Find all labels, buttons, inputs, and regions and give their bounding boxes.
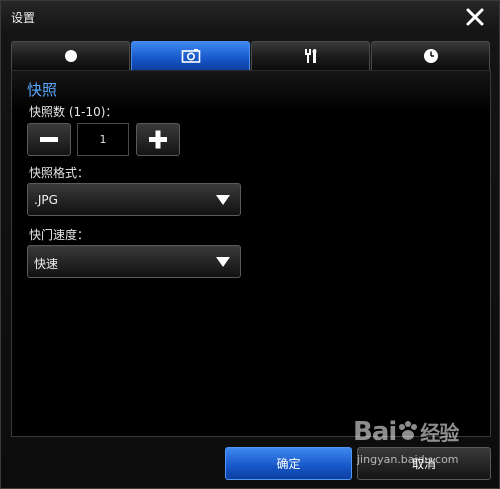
camera-icon	[181, 49, 200, 63]
dropdown-arrow-icon	[216, 257, 230, 267]
close-button[interactable]	[463, 5, 487, 29]
snapshot-format-label: 快照格式：	[29, 166, 90, 180]
watermark: Bai 经验 jingyan.baidu.com	[353, 417, 493, 475]
shutter-speed-select[interactable]: 快速	[27, 245, 241, 278]
watermark-logo-text-2: 经验	[420, 421, 459, 445]
snapshot-format-value: .JPG	[34, 193, 58, 207]
clock-icon	[423, 49, 438, 63]
watermark-logo-text: Bai	[353, 417, 397, 447]
window-title: 设置	[11, 11, 36, 25]
minus-icon	[40, 137, 58, 142]
snapshot-format-select[interactable]: .JPG	[27, 183, 241, 216]
shutter-speed-label: 快门速度：	[29, 228, 90, 242]
snapshot-count-input[interactable]: 1	[77, 123, 129, 156]
increment-button[interactable]	[136, 123, 180, 156]
paw-icon	[399, 421, 418, 440]
watermark-logo: Bai 经验	[353, 417, 459, 447]
tab-tools[interactable]	[251, 41, 370, 71]
title-bar: 设置	[1, 1, 499, 33]
decrement-button[interactable]	[27, 123, 71, 156]
record-dot-icon	[64, 50, 77, 62]
plus-icon	[149, 130, 167, 149]
tab-snapshot[interactable]	[131, 41, 250, 71]
dropdown-arrow-icon	[216, 195, 230, 205]
tab-clock[interactable]	[371, 41, 490, 71]
snapshot-count-label: 快照数 (1-10)：	[29, 105, 118, 119]
shutter-speed-value: 快速	[34, 257, 59, 271]
watermark-url: jingyan.baidu.com	[357, 453, 459, 466]
ok-button[interactable]: 确定	[225, 447, 352, 480]
settings-window: 设置 快照 快照数 (1-10)： 1 快照格式： .JPG 快门速度： 快速 …	[0, 0, 500, 489]
section-title: 快照	[27, 81, 58, 99]
tools-icon	[304, 49, 316, 63]
tab-bar	[11, 41, 491, 71]
close-icon	[466, 8, 484, 26]
tab-record[interactable]	[11, 41, 130, 71]
